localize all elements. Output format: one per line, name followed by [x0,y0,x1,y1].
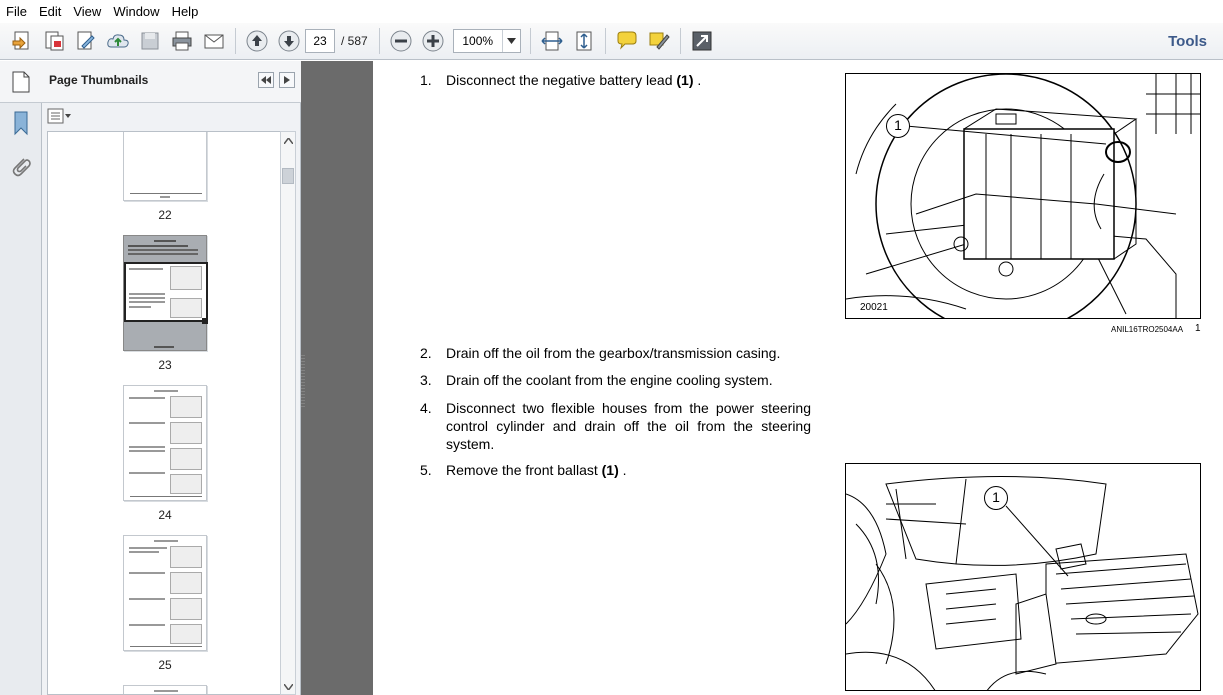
callout-1: 1 [984,486,1008,510]
step-number: 4. [420,400,432,416]
scrollbar-thumb[interactable] [282,168,294,184]
toolbar-separator [679,28,681,54]
highlight-icon[interactable] [645,27,673,55]
zoom-select[interactable]: 100% [452,29,521,53]
step-2: 2. Drain off the oil from the gearbox/tr… [420,344,820,364]
scroll-up-icon[interactable] [281,134,295,148]
step-tail: . [618,462,627,478]
page-icon [12,71,30,92]
fit-page-icon[interactable] [570,27,598,55]
expand-icon[interactable] [688,27,716,55]
thumbnail-label-24: 24 [158,508,172,522]
save-icon[interactable] [136,27,164,55]
step-text: Drain off the oil from the gearbox/trans… [446,345,781,361]
step-text: Remove the front ballast [446,462,602,478]
thumbnail-label-22: 22 [158,208,172,222]
step-number: 2. [420,345,432,361]
step-5: 5. Remove the front ballast (1) . [420,461,820,481]
toolbar-separator [529,28,531,54]
step-tail: . [693,72,702,88]
previous-page-icon[interactable] [243,27,271,55]
thumbnail-label-23: 23 [158,358,172,372]
panel-splitter[interactable] [301,355,305,407]
step-text: Drain off the coolant from the engine co… [446,372,773,388]
step-ref: (1) [601,462,619,478]
menu-bar: File Edit View Window Help [0,0,1223,23]
thumbnail-page-23[interactable] [123,235,208,351]
step-number: 5. [420,462,432,478]
tools-button[interactable]: Tools [1168,33,1207,50]
figure-caption: ANIL16TRO2504AA [1111,325,1184,334]
figure-ballast: 1 [845,463,1201,691]
toolbar: / 587 100% Tools [0,23,1223,60]
step-1: 1. Disconnect the negative battery lead … [420,71,820,91]
thumbnail-label-25: 25 [158,658,172,672]
chevron-right-icon[interactable] [279,72,295,88]
bookmark-icon[interactable] [7,109,35,137]
menu-help[interactable]: Help [166,0,205,23]
email-icon[interactable] [200,27,228,55]
step-text: Disconnect the negative battery lead [446,72,677,88]
thumbnail-scrollbar[interactable] [280,131,296,695]
figure-index: 1 [1195,323,1201,334]
options-list-icon [47,108,71,124]
toolbar-separator [235,28,236,54]
step-4: 4. Disconnect two flexible houses from t… [420,399,820,455]
step-number: 1. [420,72,432,88]
create-pdf-icon[interactable] [8,27,36,55]
step-3: 3. Drain off the coolant from the engine… [420,371,820,391]
edit-document-icon[interactable] [72,27,100,55]
zoom-out-icon[interactable] [387,27,415,55]
print-icon[interactable] [168,27,196,55]
document-page[interactable]: 1. Disconnect the negative battery lead … [373,61,1223,695]
zoom-in-icon[interactable] [419,27,447,55]
fit-width-icon[interactable] [538,27,566,55]
thumbnail-options-button[interactable] [47,107,73,125]
panel-title: Page Thumbnails [49,73,149,87]
chevron-down-icon[interactable] [501,30,520,52]
page-number-input[interactable] [305,29,335,53]
combine-files-icon[interactable] [40,27,68,55]
next-page-icon[interactable] [275,27,303,55]
panel-header: Page Thumbnails [42,61,301,103]
menu-view[interactable]: View [67,0,107,23]
callout-1: 1 [886,114,910,138]
toolbar-separator [378,28,380,54]
thumbnail-page-22[interactable] [123,132,207,201]
thumbnail-list[interactable]: 22 23 24 25 [47,131,280,695]
page-thumbnails-tab[interactable] [0,61,42,103]
scroll-down-icon[interactable] [281,680,295,694]
menu-window[interactable]: Window [107,0,165,23]
attachment-icon[interactable] [7,153,35,181]
upload-cloud-icon[interactable] [104,27,132,55]
menu-edit[interactable]: Edit [33,0,67,23]
figure-code: 20021 [860,302,888,313]
battery-illustration [846,74,1200,318]
toolbar-separator [604,28,606,54]
ballast-illustration [846,476,1199,690]
navigation-rail [0,61,42,695]
thumbnail-page-26[interactable] [123,685,207,694]
step-text: Disconnect two flexible houses from the … [446,400,811,452]
zoom-value: 100% [462,34,494,48]
step-ref: (1) [676,72,694,88]
document-gutter [301,61,373,695]
collapse-panel-icon[interactable] [258,72,274,88]
comment-icon[interactable] [613,27,641,55]
thumbnail-page-24[interactable] [123,385,207,501]
thumbnail-page-25[interactable] [123,535,207,651]
menu-file[interactable]: File [0,0,33,23]
page-thumbnails-panel: Page Thumbnails 22 23 24 25 [42,61,301,695]
step-number: 3. [420,372,432,388]
figure-battery: 1 20021 [845,73,1201,319]
page-total: / 587 [341,34,368,48]
